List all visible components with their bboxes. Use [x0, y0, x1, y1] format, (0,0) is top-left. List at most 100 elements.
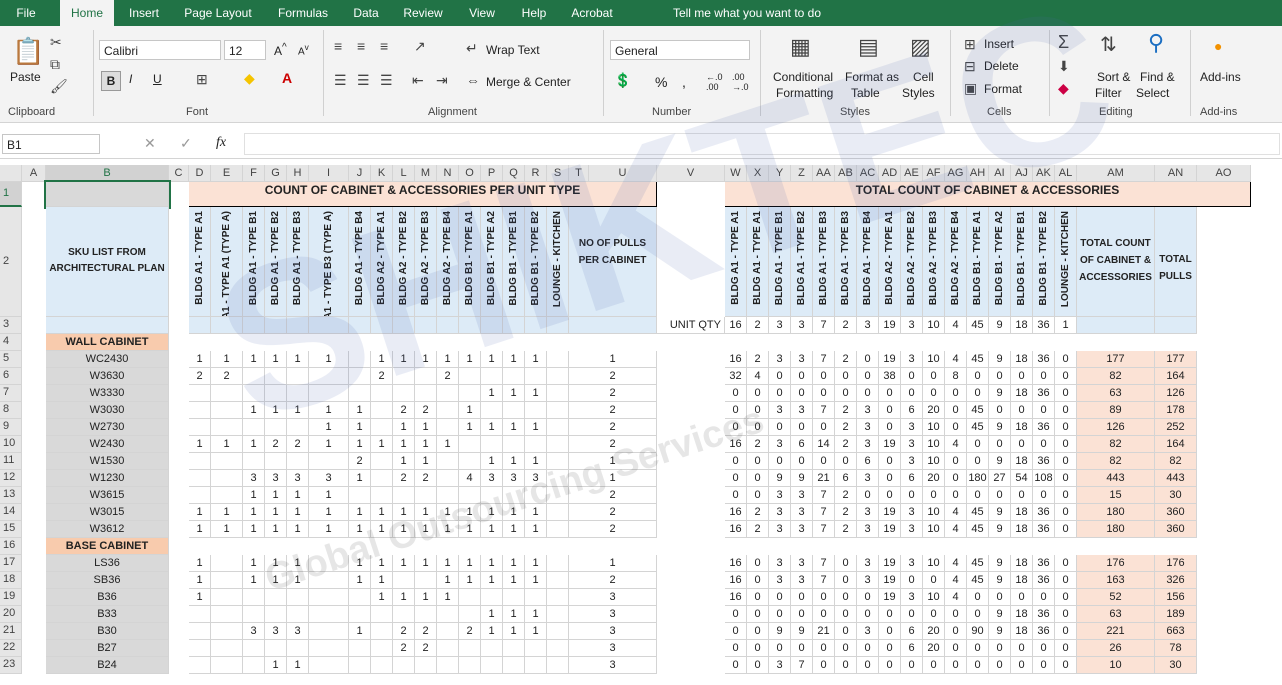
unit-header-blank[interactable]	[189, 317, 211, 334]
unit-count-cell[interactable]: 1	[415, 504, 437, 521]
unit-count-cell[interactable]: 1	[349, 521, 371, 538]
unit-count-cell[interactable]: 1	[525, 504, 547, 521]
cell-styles-icon[interactable]: ▨	[910, 34, 931, 60]
unit-count-cell[interactable]	[547, 623, 569, 640]
unit-count-cell[interactable]: 1	[265, 402, 287, 419]
unit-count-cell[interactable]	[393, 572, 415, 589]
decrease-decimal-icon[interactable]: .00 →.0	[732, 72, 749, 92]
sku-cell[interactable]: B30	[46, 623, 169, 640]
unit-qty-cell[interactable]: 16	[725, 317, 747, 334]
sku-cell[interactable]: B27	[46, 640, 169, 657]
clear-icon[interactable]: ◆	[1058, 80, 1069, 97]
total-count-cell[interactable]: 3	[857, 521, 879, 538]
unit-qty-cell[interactable]: 2	[747, 317, 769, 334]
total-unit-type-header[interactable]: BLDG A2 - TYPE B3	[923, 207, 945, 317]
unit-type-header[interactable]: BLDG B1 - TYPE B1	[503, 207, 525, 317]
unit-count-cell[interactable]: 1	[265, 657, 287, 674]
font-name-box[interactable]: Calibri	[99, 40, 221, 60]
column-header[interactable]: S	[547, 165, 569, 182]
total-count-cell[interactable]: 19	[879, 589, 901, 606]
total-unit-type-header[interactable]: BLDG A1 - TYPE B3	[813, 207, 835, 317]
unit-count-cell[interactable]	[287, 419, 309, 436]
unit-count-cell[interactable]	[481, 402, 503, 419]
unit-count-cell[interactable]: 1	[459, 555, 481, 572]
unit-count-cell[interactable]: 2	[211, 368, 243, 385]
total-count-cell[interactable]: 45	[967, 504, 989, 521]
unit-count-cell[interactable]: 1	[189, 351, 211, 368]
total-count-cell[interactable]: 0	[1033, 368, 1055, 385]
column-header[interactable]: AD	[879, 165, 901, 182]
total-count-cell[interactable]: 0	[1055, 623, 1077, 640]
tab-file[interactable]: File	[6, 0, 46, 26]
total-count-cell[interactable]: 7	[813, 487, 835, 504]
unit-type-header[interactable]: BLDG A1 - TYPE B4	[349, 207, 371, 317]
unit-header-blank[interactable]	[481, 317, 503, 334]
total-count-cell[interactable]: 0	[747, 606, 769, 623]
tab-insert[interactable]: Insert	[121, 0, 167, 26]
unit-count-cell[interactable]: 1	[309, 419, 349, 436]
unit-count-cell[interactable]	[211, 470, 243, 487]
unit-header-blank[interactable]	[393, 317, 415, 334]
total-pulls-cell[interactable]: 30	[1155, 487, 1197, 504]
font-size-box[interactable]: 12	[224, 40, 266, 60]
unit-count-cell[interactable]	[309, 555, 349, 572]
unit-count-cell[interactable]: 1	[393, 436, 415, 453]
total-count-cell[interactable]: 16	[725, 572, 747, 589]
total-count-cell[interactable]: 9	[989, 419, 1011, 436]
total-count-cell[interactable]: 0	[747, 657, 769, 674]
unit-count-cell[interactable]	[459, 385, 481, 402]
total-count-cell[interactable]: 0	[747, 385, 769, 402]
unit-count-cell[interactable]: 1	[287, 521, 309, 538]
unit-count-cell[interactable]: 1	[265, 487, 287, 504]
total-count-cell[interactable]: 4	[945, 572, 967, 589]
unit-count-cell[interactable]: 1	[243, 555, 265, 572]
total-count-cell[interactable]: 2	[747, 351, 769, 368]
unit-count-cell[interactable]: 1	[287, 555, 309, 572]
total-count-cell[interactable]: 7	[813, 504, 835, 521]
copy-icon[interactable]: ⧉	[50, 56, 60, 73]
unit-header-blank[interactable]	[265, 317, 287, 334]
total-count-cell[interactable]: 36	[1033, 351, 1055, 368]
unit-count-cell[interactable]: 1	[437, 436, 459, 453]
unit-count-cell[interactable]: 1	[503, 453, 525, 470]
unit-count-cell[interactable]: 1	[309, 487, 349, 504]
total-count-cell[interactable]: 36	[1033, 572, 1055, 589]
total-count-cell[interactable]: 9	[989, 555, 1011, 572]
unit-count-cell[interactable]: 1	[265, 521, 287, 538]
sku-cell[interactable]: SB36	[46, 572, 169, 589]
unit-count-cell[interactable]: 1	[481, 555, 503, 572]
total-count-cell[interactable]: 0	[747, 470, 769, 487]
total-count-cell[interactable]: 3	[857, 402, 879, 419]
sku-cell[interactable]: W3015	[46, 504, 169, 521]
total-count-cell[interactable]: 0	[989, 402, 1011, 419]
unit-qty-cell[interactable]: 3	[769, 317, 791, 334]
unit-count-cell[interactable]	[547, 402, 569, 419]
total-count-cell[interactable]: 0	[989, 657, 1011, 674]
total-count-cell[interactable]: 0	[1055, 402, 1077, 419]
total-count-cell[interactable]: 0	[945, 623, 967, 640]
function-icon[interactable]: fx	[216, 135, 226, 151]
bold-button[interactable]: B	[101, 71, 121, 91]
unit-count-cell[interactable]	[371, 402, 393, 419]
total-count-cell[interactable]: 0	[835, 640, 857, 657]
total-count-cell[interactable]: 21	[813, 470, 835, 487]
unit-count-cell[interactable]: 1	[393, 419, 415, 436]
total-count-cell[interactable]: 16	[725, 504, 747, 521]
unit-header-blank[interactable]	[371, 317, 393, 334]
unit-count-cell[interactable]: 1	[503, 606, 525, 623]
total-cabinet-cell[interactable]: 26	[1077, 640, 1155, 657]
total-count-cell[interactable]: 0	[923, 368, 945, 385]
unit-count-cell[interactable]: 3	[265, 470, 287, 487]
unit-count-cell[interactable]: 1	[189, 521, 211, 538]
unit-count-cell[interactable]: 1	[481, 385, 503, 402]
total-count-cell[interactable]: 3	[791, 572, 813, 589]
unit-count-cell[interactable]	[309, 640, 349, 657]
row-header[interactable]: 16	[0, 538, 22, 555]
total-count-cell[interactable]: 0	[989, 589, 1011, 606]
total-count-cell[interactable]: 19	[879, 436, 901, 453]
category-header[interactable]: BASE CABINET	[46, 538, 169, 555]
total-count-cell[interactable]: 0	[967, 453, 989, 470]
sku-cell[interactable]: B33	[46, 606, 169, 623]
unit-count-cell[interactable]	[189, 606, 211, 623]
total-count-cell[interactable]: 0	[1011, 657, 1033, 674]
